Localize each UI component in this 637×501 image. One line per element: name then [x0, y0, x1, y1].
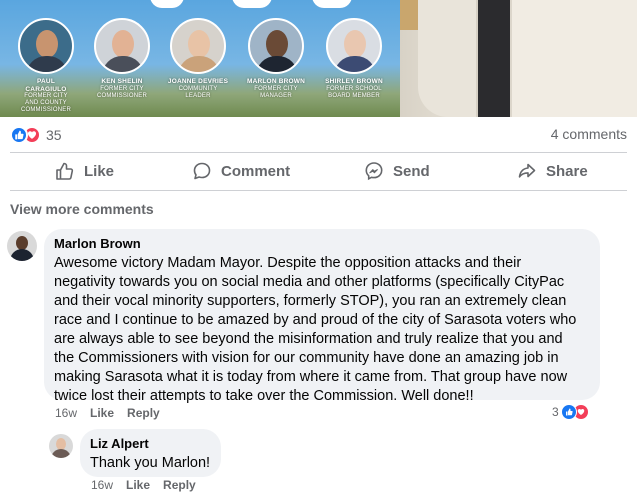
endorser-photo — [170, 18, 226, 74]
messenger-icon — [365, 162, 383, 181]
divider — [10, 152, 627, 153]
comment-bubble: Liz Alpert Thank you Marlon! — [80, 429, 221, 477]
endorser-card: SHIRLEY BROWN FORMER SCHOOL BOARD MEMBER — [314, 18, 394, 100]
photo-top — [478, 0, 510, 117]
comment-button[interactable]: Comment — [192, 157, 290, 185]
comment-text: Thank you Marlon! — [90, 455, 211, 471]
endorser-photo — [18, 18, 74, 74]
reactions-summary[interactable]: 35 — [10, 125, 62, 145]
share-button[interactable]: Share — [517, 157, 588, 185]
speech-bubble-icon — [193, 162, 211, 180]
comment-reply-link[interactable]: Reply — [163, 478, 196, 492]
comment-reaction-count: 3 — [552, 405, 559, 419]
endorser-card: MARLON BROWN FORMER CITY MANAGER — [236, 18, 316, 100]
share-button-label: Share — [546, 162, 588, 180]
comment-like-link[interactable]: Like — [126, 478, 150, 492]
like-button[interactable]: Like — [55, 157, 114, 185]
endorser-name: KEN SHELIN — [101, 78, 143, 85]
comment-button-label: Comment — [221, 162, 291, 180]
comment-text: Awesome victory Madam Mayor. Despite the… — [54, 255, 577, 404]
post-image[interactable]: PAUL CARAGIULO FORMER CITY AND COUNTY CO… — [0, 0, 637, 117]
endorser-card: PAUL CARAGIULO FORMER CITY AND COUNTY CO… — [6, 18, 86, 114]
like-reaction-icon — [10, 126, 28, 144]
comment-author[interactable]: Marlon Brown — [54, 236, 576, 252]
like-reaction-icon — [560, 404, 577, 420]
endorser-role: FORMER CITY MANAGER — [254, 85, 298, 99]
send-button[interactable]: Send — [364, 157, 430, 185]
endorser-photo — [326, 18, 382, 74]
like-button-label: Like — [84, 162, 115, 180]
reaction-count: 35 — [46, 127, 62, 143]
endorser-role: FORMER CITY COMMISSIONER — [96, 85, 148, 99]
endorser-card: JOANNE DEVRIES COMMUNITY LEADER — [158, 18, 238, 100]
endorser-name: SHIRLEY BROWN — [325, 78, 383, 85]
comment-meta: 16w Like Reply — [91, 478, 209, 492]
comment-like-link[interactable]: Like — [90, 406, 114, 420]
thumbs-up-icon — [56, 162, 74, 180]
avatar[interactable] — [49, 434, 73, 458]
comment-bubble: Marlon Brown Awesome victory Madam Mayor… — [44, 229, 600, 404]
comment-reactions[interactable]: 3 — [548, 403, 591, 421]
endorser-name: JOANNE DEVRIES — [167, 78, 229, 85]
send-button-label: Send — [393, 162, 430, 180]
view-more-comments-link[interactable]: View more comments — [10, 201, 154, 217]
endorser-role: FORMER CITY AND COUNTY COMMISSIONER — [20, 93, 72, 113]
comment-author[interactable]: Liz Alpert — [90, 436, 210, 452]
comments-count-link[interactable]: 4 comments — [551, 126, 627, 142]
endorser-photo — [248, 18, 304, 74]
endorser-photo — [94, 18, 150, 74]
photo-jacket — [418, 0, 478, 117]
share-arrow-icon — [518, 163, 536, 178]
comment-timestamp[interactable]: 16w — [91, 478, 113, 492]
endorser-name: MARLON BROWN — [246, 78, 305, 85]
divider — [10, 190, 627, 191]
endorser-card: KEN SHELIN FORMER CITY COMMISSIONER — [82, 18, 162, 100]
comment-timestamp[interactable]: 16w — [55, 406, 77, 420]
comment-reply-link[interactable]: Reply — [127, 406, 160, 420]
endorser-role: COMMUNITY LEADER — [178, 85, 218, 99]
avatar[interactable] — [7, 231, 37, 261]
endorser-name: PAUL CARAGIULO — [25, 78, 67, 93]
photo-jacket — [510, 0, 637, 117]
comment-meta: 16w Like Reply — [55, 406, 173, 420]
endorser-role: FORMER SCHOOL BOARD MEMBER — [326, 85, 382, 99]
